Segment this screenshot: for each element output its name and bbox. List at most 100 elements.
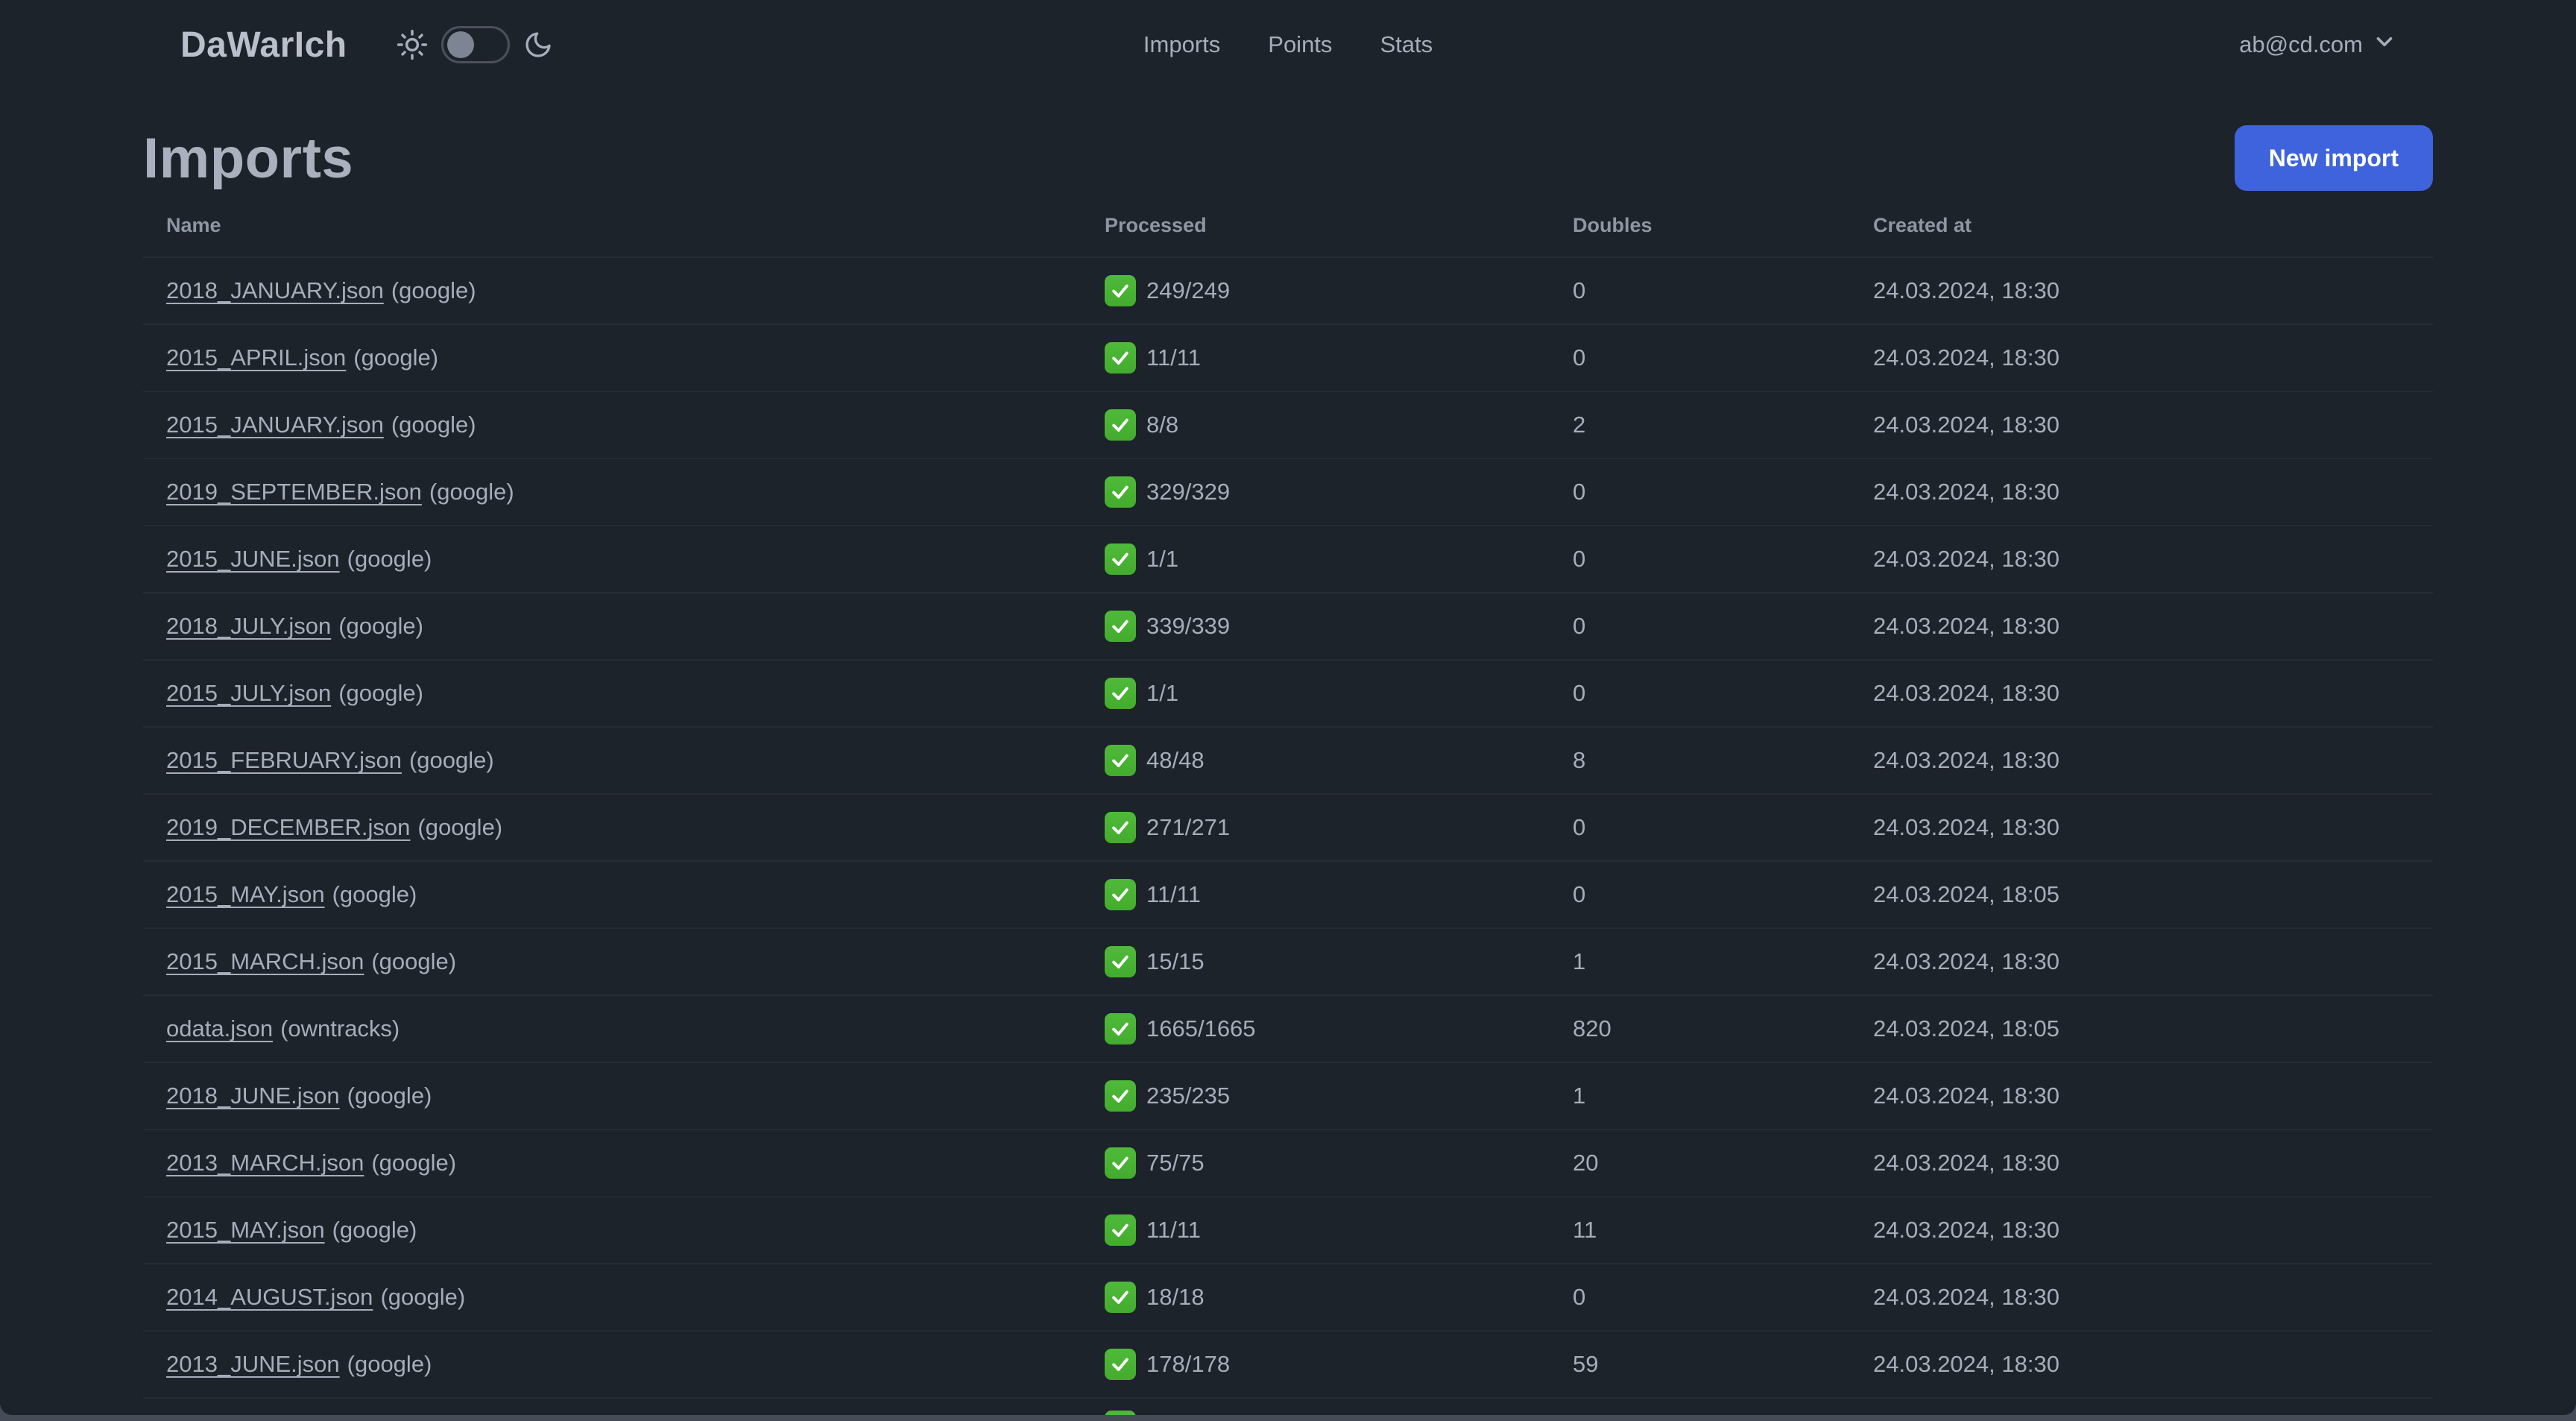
success-check-icon <box>1105 812 1136 843</box>
import-file-link[interactable]: 2015_JUNE.json <box>166 546 340 572</box>
doubles-count: 1 <box>1573 948 1586 974</box>
processed-count: 75/75 <box>1146 1150 1205 1176</box>
table-row: 2018_JUNE.json (google) 235/235 1 24.03.2… <box>143 1063 2433 1130</box>
account-menu[interactable]: ab@cd.com <box>2239 29 2397 60</box>
doubles-count: 0 <box>1573 814 1586 840</box>
table-row: 2018_JULY.json (google) 339/339 0 24.03.2… <box>143 593 2433 661</box>
created-at: 24.03.2024, 18:05 <box>1873 1015 2059 1042</box>
import-name-cell: 2019_DECEMBER.json (google) <box>166 814 1105 841</box>
import-file-link[interactable]: 2018_JUNE.json <box>166 1083 340 1109</box>
processed-cell: 11/11 <box>1105 879 1573 910</box>
nav-item-stats[interactable]: Stats <box>1380 31 1433 58</box>
processed-count: 11/11 <box>1146 344 1201 371</box>
import-file-link[interactable]: odata.json <box>166 1015 273 1042</box>
processed-cell: 1/1 <box>1105 543 1573 575</box>
import-file-link[interactable]: 2018_JANUARY.json <box>166 277 384 303</box>
doubles-count: 59 <box>1573 1351 1599 1377</box>
import-file-link[interactable]: 2015_MAY.json <box>166 1217 325 1243</box>
import-file-link[interactable]: 2015_JULY.json <box>166 680 331 706</box>
new-import-button[interactable]: New import <box>2234 125 2433 191</box>
processed-cell: 249/249 <box>1105 275 1573 306</box>
import-file-link[interactable]: 2015_FEBRUARY.json <box>166 747 402 773</box>
created-at: 24.03.2024, 18:30 <box>1873 412 2059 438</box>
page-head: Imports New import <box>143 122 2433 194</box>
doubles-count: 11 <box>1573 1217 1597 1243</box>
import-file-link[interactable]: 2013_JUNE.json <box>166 1351 340 1377</box>
processed-cell: 15/15 <box>1105 946 1573 977</box>
theme-toggle[interactable] <box>441 26 510 63</box>
theme-switch <box>397 26 553 63</box>
import-source-label: (owntracks) <box>280 1015 400 1042</box>
table-row: 2019_DECEMBER.json (google) 271/271 0 24.… <box>143 795 2433 862</box>
import-source-label: (google) <box>371 1150 457 1176</box>
import-source-label: (google) <box>408 747 494 773</box>
processed-count: 329/329 <box>1146 479 1231 505</box>
nav-item-imports[interactable]: Imports <box>1143 31 1220 58</box>
import-file-link[interactable]: 2015_APRIL.json <box>166 344 346 371</box>
import-file-link[interactable]: 2019_DECEMBER.json <box>166 814 410 840</box>
import-source-label: (google) <box>371 948 457 974</box>
created-at: 24.03.2024, 18:30 <box>1873 1351 2059 1377</box>
success-check-icon <box>1105 1214 1136 1246</box>
import-file-link[interactable]: 2015_JANUARY.json <box>166 412 384 438</box>
processed-count: 339/339 <box>1146 613 1231 639</box>
import-file-link[interactable]: 2015_MARCH.json <box>166 948 364 974</box>
chevron-down-icon <box>2372 29 2397 60</box>
processed-cell <box>1105 1399 1573 1415</box>
app-window: DaWarIch Imports Points Stats ab@cd.com … <box>0 0 2576 1415</box>
success-check-icon <box>1105 275 1136 306</box>
import-name-cell: 2018_JUNE.json (google) <box>166 1083 1105 1109</box>
created-at: 24.03.2024, 18:30 <box>1873 948 2059 974</box>
doubles-count: 0 <box>1573 613 1586 639</box>
processed-cell: 1665/1665 <box>1105 1013 1573 1045</box>
page-title: Imports <box>143 126 354 190</box>
success-check-icon <box>1105 879 1136 910</box>
success-check-icon <box>1105 543 1136 575</box>
created-at: 24.03.2024, 18:30 <box>1873 680 2059 706</box>
main-nav: Imports Points Stats <box>1143 31 1433 58</box>
column-header-created-at: Created at <box>1873 213 1972 236</box>
import-name-cell: 2018_JULY.json (google) <box>166 613 1105 640</box>
processed-count: 178/178 <box>1146 1351 1231 1377</box>
success-check-icon <box>1105 342 1136 374</box>
table-row-partial[interactable] <box>143 1399 2433 1415</box>
import-file-link[interactable]: 2014_AUGUST.json <box>166 1284 373 1310</box>
app-logo[interactable]: DaWarIch <box>180 25 347 66</box>
table-row: 2013_MARCH.json (google) 75/75 20 24.03.2… <box>143 1130 2433 1197</box>
import-source-label: (google) <box>391 412 476 438</box>
table-row: 2018_JANUARY.json (google) 249/249 0 24.0… <box>143 258 2433 325</box>
processed-count: 1/1 <box>1146 680 1179 706</box>
sun-icon <box>397 29 428 60</box>
table-row: 2019_SEPTEMBER.json (google) 329/329 0 24… <box>143 459 2433 526</box>
import-file-link[interactable]: 2018_JULY.json <box>166 613 331 639</box>
success-check-icon <box>1105 1013 1136 1045</box>
moon-icon <box>523 30 553 60</box>
processed-cell: 339/339 <box>1105 611 1573 642</box>
processed-cell: 48/48 <box>1105 745 1573 776</box>
theme-toggle-knob <box>446 31 474 58</box>
nav-item-points[interactable]: Points <box>1268 31 1332 58</box>
created-at: 24.03.2024, 18:30 <box>1873 277 2059 303</box>
table-header: Name Processed Doubles Created at <box>143 194 2433 258</box>
import-file-link[interactable]: 2019_SEPTEMBER.json <box>166 479 422 505</box>
doubles-count: 0 <box>1573 881 1586 907</box>
import-name-cell: 2015_JULY.json (google) <box>166 680 1105 707</box>
success-check-icon <box>1105 1349 1136 1380</box>
created-at: 24.03.2024, 18:30 <box>1873 1217 2059 1243</box>
import-file-link[interactable]: 2015_MAY.json <box>166 881 325 907</box>
import-name-cell: 2018_JANUARY.json (google) <box>166 277 1105 304</box>
doubles-count: 0 <box>1573 479 1586 505</box>
processed-cell: 235/235 <box>1105 1080 1573 1112</box>
processed-cell: 11/11 <box>1105 1214 1573 1246</box>
import-file-link[interactable]: 2013_MARCH.json <box>166 1150 364 1176</box>
import-name-cell: 2015_FEBRUARY.json (google) <box>166 747 1105 774</box>
created-at: 24.03.2024, 18:30 <box>1873 1150 2059 1176</box>
doubles-count: 0 <box>1573 680 1586 706</box>
success-check-icon <box>1105 1080 1136 1112</box>
import-name-cell: 2015_JUNE.json (google) <box>166 546 1105 573</box>
created-at: 24.03.2024, 18:05 <box>1873 881 2059 907</box>
table-row: 2015_JUNE.json (google) 1/1 0 24.03.2024,… <box>143 526 2433 593</box>
import-name-cell: 2015_MAY.json (google) <box>166 881 1105 908</box>
processed-count: 15/15 <box>1146 948 1205 974</box>
processed-count: 48/48 <box>1146 747 1205 773</box>
